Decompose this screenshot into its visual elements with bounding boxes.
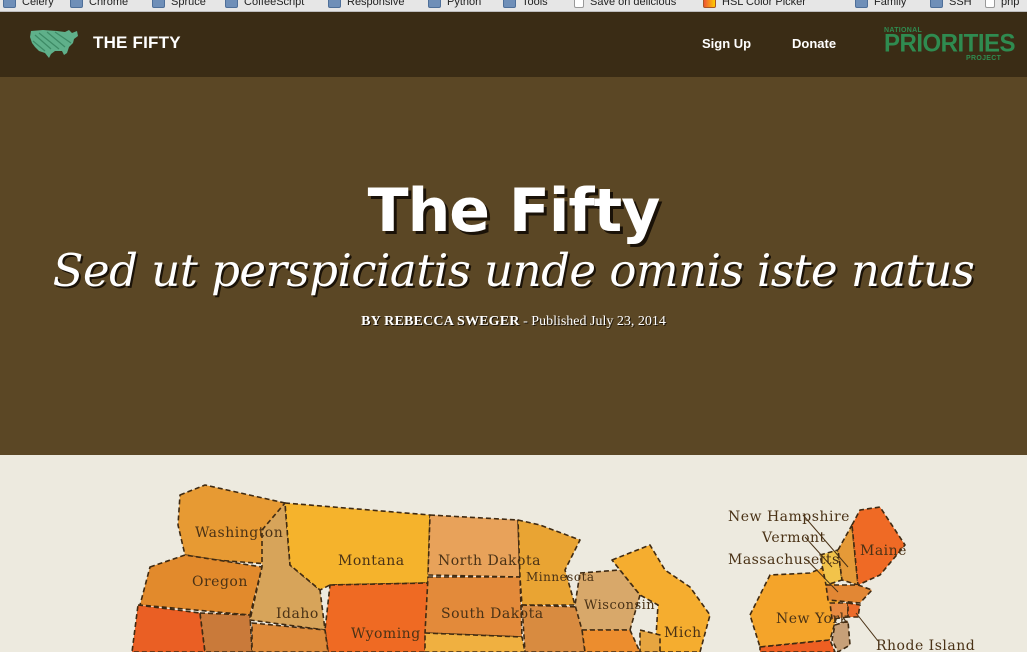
label-oregon: Oregon: [192, 574, 248, 590]
label-maine: Maine: [860, 543, 907, 559]
label-michigan: Mich: [664, 625, 702, 641]
state-nevada: [199, 612, 253, 652]
bookmark-php[interactable]: php: [985, 0, 1019, 9]
folder-icon: [930, 0, 943, 8]
folder-icon: [3, 0, 16, 8]
label-new-hampshire: New Hampshire: [728, 509, 850, 525]
label-minnesota: Minnesota: [526, 570, 595, 584]
byline-author[interactable]: BY REBECCA SWEGER: [361, 314, 519, 329]
bookmark-hsl-color-picker[interactable]: HSL Color Picker: [703, 0, 806, 9]
folder-icon: [855, 0, 868, 8]
label-rhode-island: Rhode Island: [876, 638, 975, 652]
folder-icon: [503, 0, 516, 8]
us-states-map: Washington Oregon Idaho Montana Wyoming …: [0, 455, 1027, 652]
site-brand[interactable]: THE FIFTY: [93, 33, 181, 53]
bookmark-responsive[interactable]: Responsive: [328, 0, 404, 9]
folder-icon: [70, 0, 83, 8]
state-montana: [284, 502, 431, 591]
national-priorities-project-logo[interactable]: NATIONAL PRIORITIES PROJECT: [882, 27, 1016, 63]
label-north-dakota: North Dakota: [438, 553, 541, 569]
byline: BY REBECCA SWEGER - Published July 23, 2…: [0, 314, 1027, 330]
bookmark-celery[interactable]: Celery: [3, 0, 54, 9]
us-map-logo-icon[interactable]: [29, 27, 79, 59]
color-picker-icon: [703, 0, 716, 8]
bookmark-family[interactable]: Family: [855, 0, 906, 9]
bookmark-python[interactable]: Python: [428, 0, 481, 9]
label-vermont: Vermont: [761, 530, 826, 546]
bookmark-ssh[interactable]: SSH: [930, 0, 972, 9]
label-new-york: New York: [776, 611, 849, 627]
label-wyoming: Wyoming: [351, 626, 421, 642]
state-california: [131, 604, 206, 652]
bookmark-save-on-delicious[interactable]: Save on delicious: [574, 0, 676, 9]
page-title: The Fifty: [367, 176, 661, 246]
site-header: THE FIFTY Sign Up Donate NATIONAL PRIORI…: [0, 12, 1027, 77]
label-massachusetts: Massachusetts: [728, 552, 840, 568]
byline-date: - Published July 23, 2014: [523, 314, 666, 329]
page-icon: [985, 0, 995, 8]
bookmark-chrome[interactable]: Chrome: [70, 0, 128, 9]
page-icon: [574, 0, 584, 8]
state-rhode-island: [847, 602, 861, 618]
state-massachusetts: [825, 584, 873, 604]
sign-up-link[interactable]: Sign Up: [702, 36, 751, 51]
label-washington: Washington: [195, 525, 283, 541]
label-south-dakota: South Dakota: [441, 606, 544, 622]
donate-link[interactable]: Donate: [792, 36, 836, 51]
folder-icon: [152, 0, 165, 8]
label-wisconsin: Wisconsin: [584, 598, 655, 613]
folder-icon: [328, 0, 341, 8]
folder-icon: [428, 0, 441, 8]
bookmark-coffeescript[interactable]: CoffeeScript: [225, 0, 304, 9]
bookmarks-bar: Celery Chrome Spruce CoffeeScript Respon…: [0, 0, 1027, 12]
bookmark-tools[interactable]: Tools: [503, 0, 548, 9]
folder-icon: [225, 0, 238, 8]
logo-line-project: PROJECT: [966, 55, 1002, 62]
label-montana: Montana: [338, 553, 405, 569]
state-illinois: [581, 629, 641, 652]
hero-section: The Fifty Sed ut perspiciatis unde omnis…: [0, 77, 1027, 455]
callout-rhode-island: [855, 612, 879, 642]
page-subtitle: Sed ut perspiciatis unde omnis iste natu…: [52, 244, 975, 297]
label-idaho: Idaho: [276, 606, 319, 622]
bookmark-spruce[interactable]: Spruce: [152, 0, 206, 9]
